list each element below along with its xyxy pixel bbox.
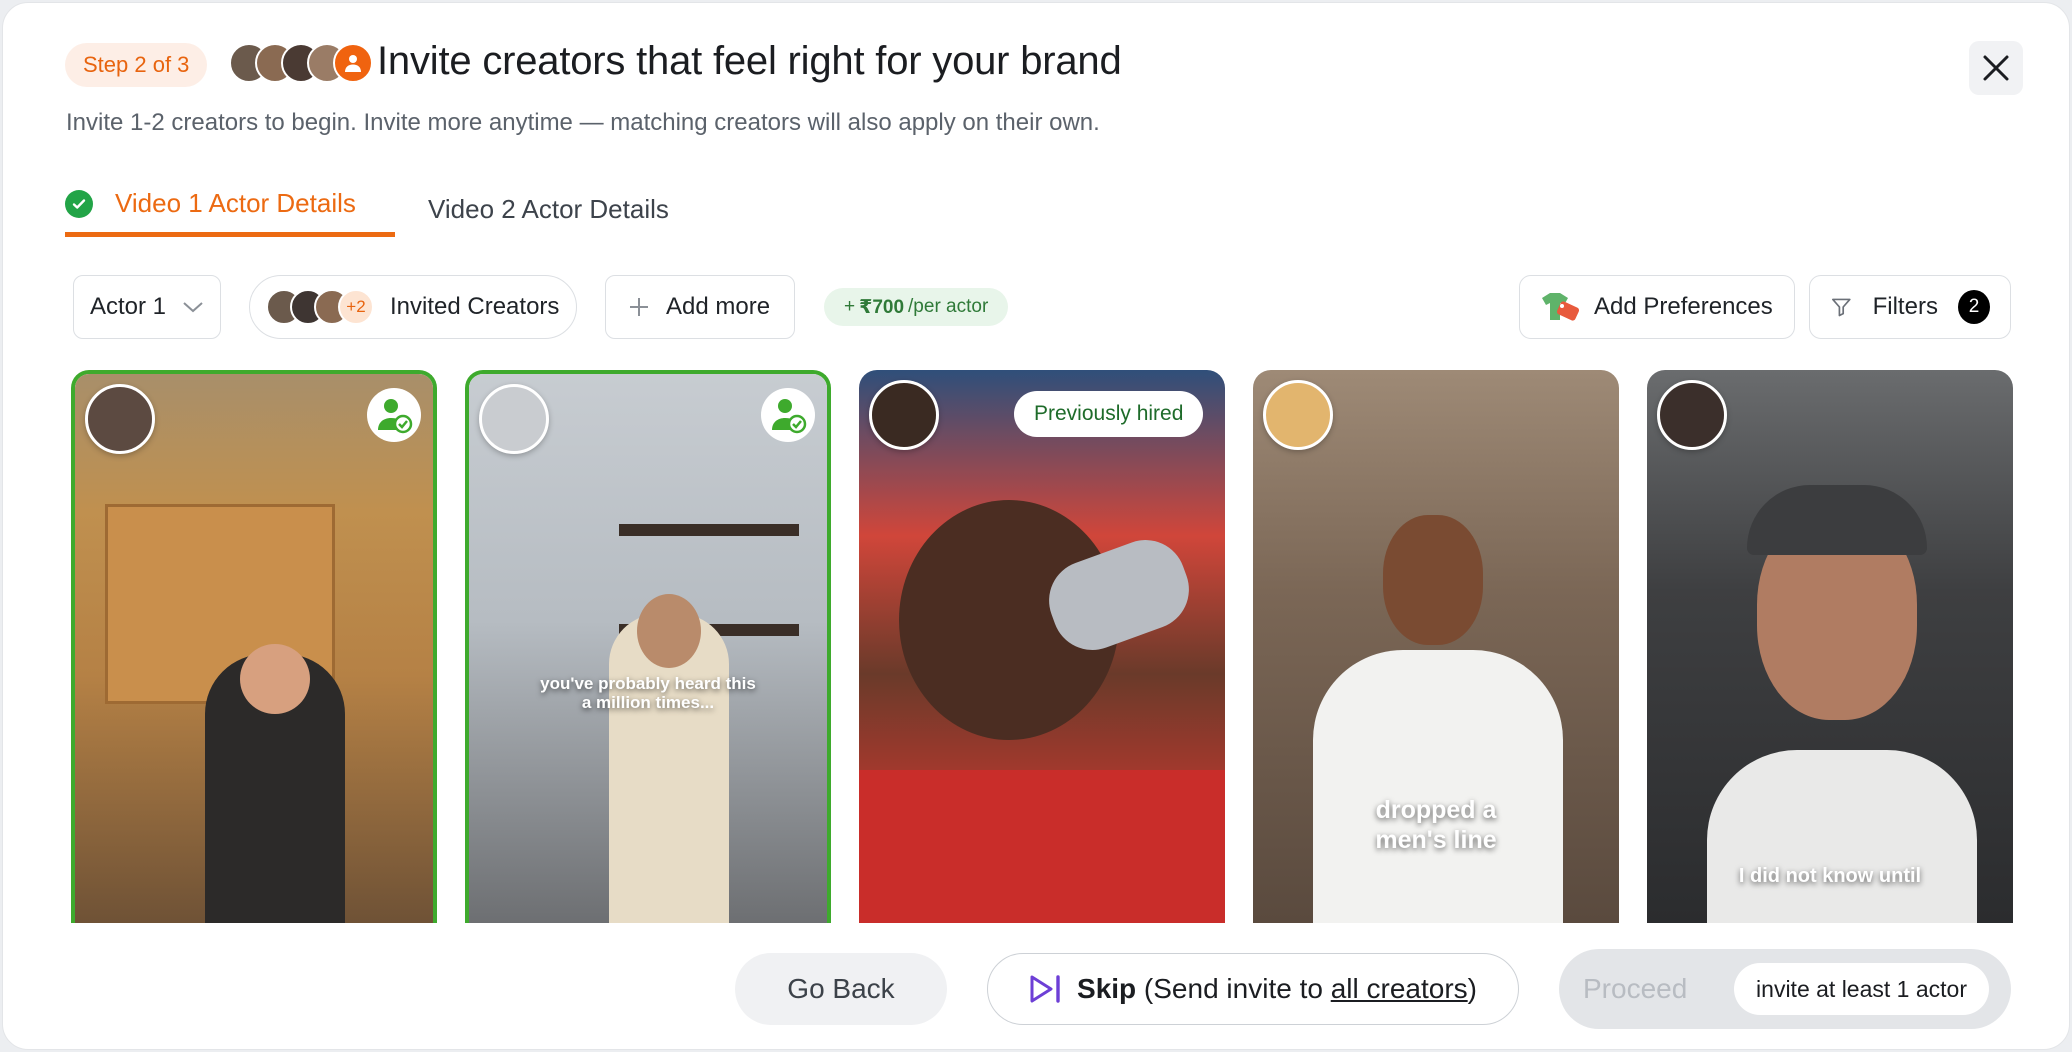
previously-hired-badge: Previously hired xyxy=(1014,391,1204,437)
skip-close: ) xyxy=(1467,973,1477,1004)
add-preferences-button[interactable]: Add Preferences xyxy=(1519,275,1795,339)
user-invited-icon xyxy=(367,388,421,442)
price-badge: + ₹700 /per actor xyxy=(824,288,1009,326)
page-subtitle: Invite 1-2 creators to begin. Invite mor… xyxy=(66,109,1100,136)
creator-card[interactable]: dropped a men's line xyxy=(1253,370,1619,923)
chevron-down-icon xyxy=(183,302,203,313)
skip-desc: (Send invite to xyxy=(1136,973,1331,1004)
actor-select-value: Actor 1 xyxy=(90,293,167,320)
proceed-label: Proceed xyxy=(1583,973,1688,1004)
actor-select[interactable]: Actor 1 xyxy=(73,275,221,339)
extra-count: +2 xyxy=(338,289,374,325)
add-more-label: Add more xyxy=(666,293,771,320)
creator-avatar xyxy=(869,380,939,450)
creator-video-thumbnail xyxy=(469,374,827,923)
creator-avatar xyxy=(479,384,549,454)
video-caption: you've probably heard this a million tim… xyxy=(540,674,756,712)
filters-label: Filters xyxy=(1872,293,1938,320)
tab-video-2[interactable]: Video 2 Actor Details xyxy=(428,181,669,237)
skip-forward-icon xyxy=(1030,975,1060,1003)
tab-label: Video 2 Actor Details xyxy=(428,193,669,224)
invite-creators-modal: Step 2 of 3 Invite creators that feel ri… xyxy=(2,2,2070,1050)
step-indicator: Step 2 of 3 xyxy=(65,43,208,87)
invited-creators-button[interactable]: +2 Invited Creators xyxy=(249,275,577,339)
skip-label: Skip xyxy=(1077,973,1137,1004)
check-circle-icon xyxy=(65,189,93,218)
invited-creators-label: Invited Creators xyxy=(390,293,560,320)
creator-card[interactable] xyxy=(71,370,437,923)
video-caption: dropped a men's line xyxy=(1375,796,1497,854)
go-back-button[interactable]: Go Back xyxy=(735,953,947,1025)
creator-card[interactable]: I did not know until xyxy=(1647,370,2013,923)
video-caption: I did not know until xyxy=(1738,865,1922,887)
creator-video-thumbnail xyxy=(1647,370,2013,923)
price-suffix: /per actor xyxy=(908,296,989,317)
tab-video-1[interactable]: Video 1 Actor Details xyxy=(65,181,395,237)
plus-icon xyxy=(630,298,648,316)
creator-card[interactable]: you've probably heard this a million tim… xyxy=(465,370,831,923)
filters-button[interactable]: Filters 2 xyxy=(1809,275,2011,339)
creator-card[interactable]: Previously hired xyxy=(859,370,1225,923)
user-invited-icon xyxy=(761,388,815,442)
close-button[interactable] xyxy=(1969,41,2023,95)
creator-avatar xyxy=(1263,380,1333,450)
proceed-button[interactable]: Proceed invite at least 1 actor xyxy=(1559,949,2011,1029)
all-creators-link[interactable]: all creators xyxy=(1331,973,1468,1004)
creator-avatar-stack xyxy=(229,43,373,87)
proceed-hint: invite at least 1 actor xyxy=(1734,963,1989,1015)
add-preferences-label: Add Preferences xyxy=(1594,293,1773,320)
close-icon xyxy=(1983,55,2009,81)
filters-count-badge: 2 xyxy=(1957,290,1990,324)
price-amount: ₹700 xyxy=(859,296,905,318)
creator-video-thumbnail xyxy=(75,374,433,923)
creator-avatar xyxy=(85,384,155,454)
tshirt-tag-icon xyxy=(1542,293,1580,321)
creator-video-thumbnail xyxy=(859,370,1225,923)
add-more-button[interactable]: Add more xyxy=(605,275,795,339)
user-icon xyxy=(333,43,373,83)
page-title: Invite creators that feel right for your… xyxy=(377,39,1122,83)
filter-icon xyxy=(1831,298,1851,317)
tab-label: Video 1 Actor Details xyxy=(115,188,356,218)
creator-avatar xyxy=(1657,380,1727,450)
skip-button[interactable]: Skip (Send invite to all creators) xyxy=(987,953,1519,1025)
price-prefix: + xyxy=(844,296,856,317)
